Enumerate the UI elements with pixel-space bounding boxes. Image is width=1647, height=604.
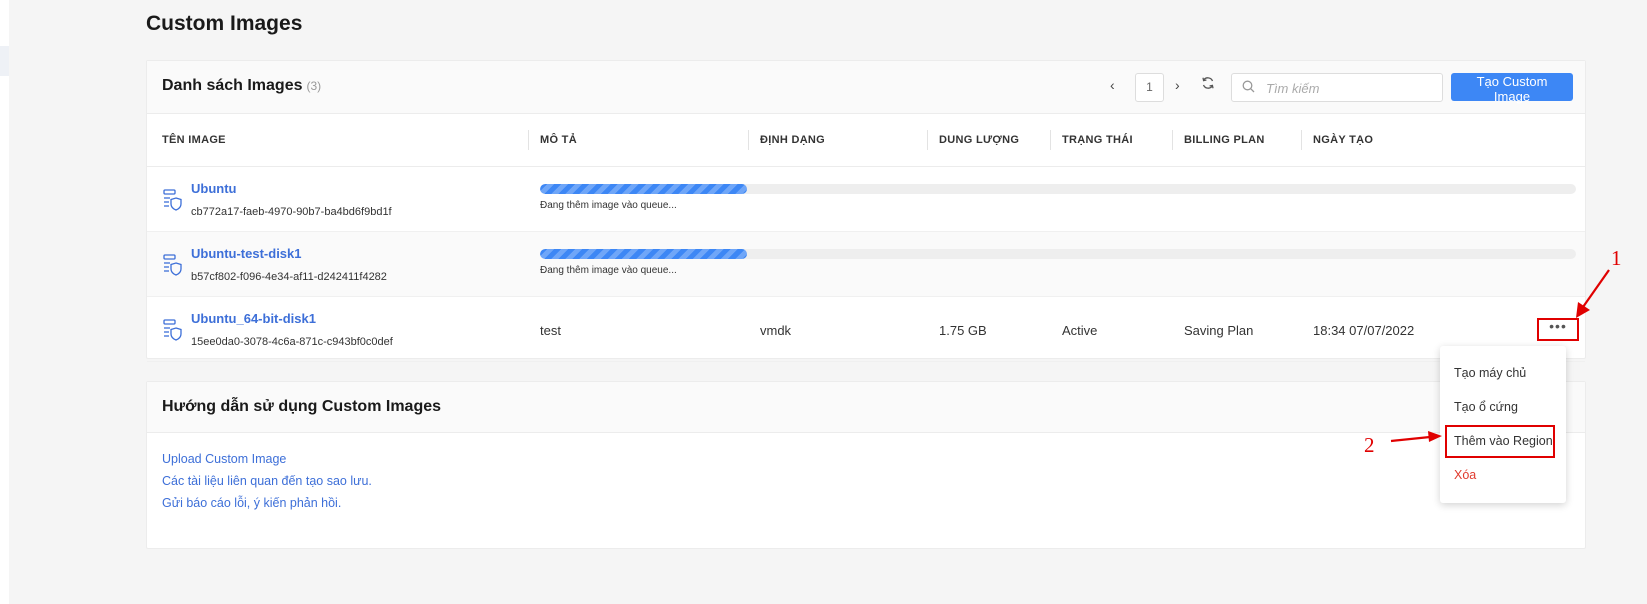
annotation-arrow-2: [1390, 431, 1442, 443]
annotation-arrow-1: [1576, 269, 1610, 318]
annotation-arrows: [1390, 269, 1610, 443]
